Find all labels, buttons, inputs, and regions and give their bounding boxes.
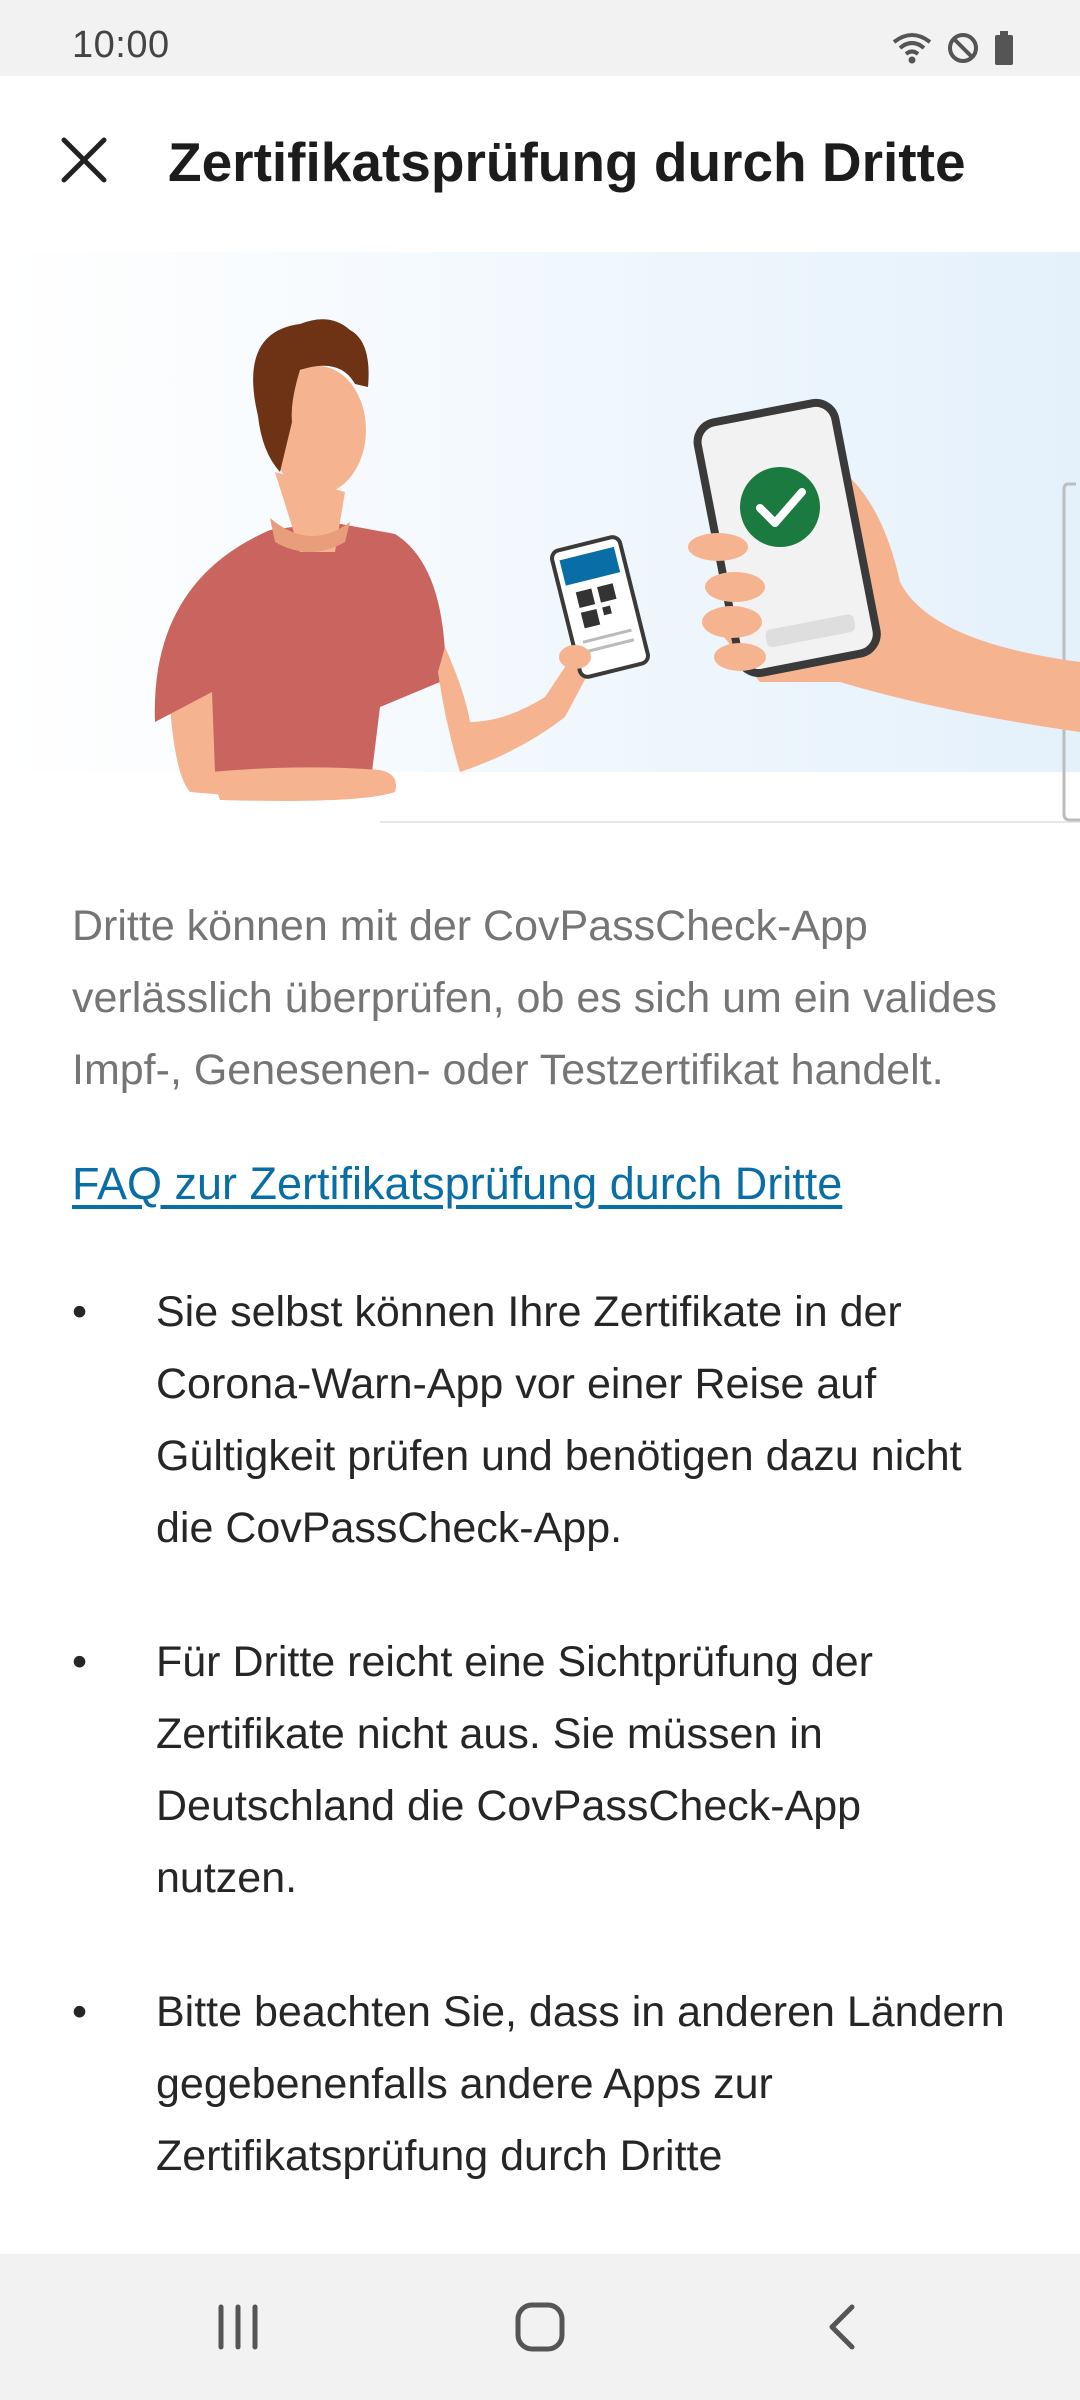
back-icon xyxy=(829,2304,855,2350)
hero-illustration xyxy=(0,252,1080,832)
status-bar: 10:00 xyxy=(0,0,1080,76)
do-not-disturb-icon xyxy=(948,33,978,63)
close-button[interactable] xyxy=(42,118,126,202)
bullet-item: • Sie selbst können Ihre Zertifikate in … xyxy=(72,1276,1012,1564)
faq-link[interactable]: FAQ zur Zertifikatsprüfung durch Dritte xyxy=(72,1154,1012,1214)
recent-apps-button[interactable] xyxy=(190,2284,286,2370)
app-bar: Zertifikatsprüfung durch Dritte xyxy=(0,76,1080,252)
recent-apps-icon xyxy=(218,2304,258,2350)
bullet-list: • Sie selbst können Ihre Zertifikate in … xyxy=(72,1276,1012,2192)
home-icon xyxy=(515,2302,565,2352)
intro-text: Dritte können mit der CovPassCheck-App v… xyxy=(72,902,997,1094)
bullet-text: Für Dritte reicht eine Sichtprüfung der … xyxy=(156,1638,873,1902)
bullet-text: Bitte beachten Sie, dass in anderen Länd… xyxy=(156,1988,1005,2180)
back-button[interactable] xyxy=(794,2284,890,2370)
bullet-text: Sie selbst können Ihre Zertifikate in de… xyxy=(156,1288,962,1552)
close-icon xyxy=(61,137,107,183)
bullet-dot: • xyxy=(72,1988,88,2036)
content: Dritte können mit der CovPassCheck-App v… xyxy=(72,890,1012,2254)
bullet-item: • Bitte beachten Sie, dass in anderen Lä… xyxy=(72,1976,1012,2192)
status-time: 10:00 xyxy=(72,24,170,66)
home-button[interactable] xyxy=(492,2284,588,2370)
bullet-dot: • xyxy=(72,1288,88,1336)
status-icons xyxy=(892,30,1014,66)
navigation-bar xyxy=(0,2254,1080,2400)
check-icon xyxy=(740,467,820,547)
bullet-dot: • xyxy=(72,1638,88,1686)
battery-icon xyxy=(995,31,1013,65)
wifi-icon xyxy=(892,33,932,64)
bullet-item: • Für Dritte reicht eine Sichtprüfung de… xyxy=(72,1626,1012,1914)
page-title: Zertifikatsprüfung durch Dritte xyxy=(168,131,966,193)
